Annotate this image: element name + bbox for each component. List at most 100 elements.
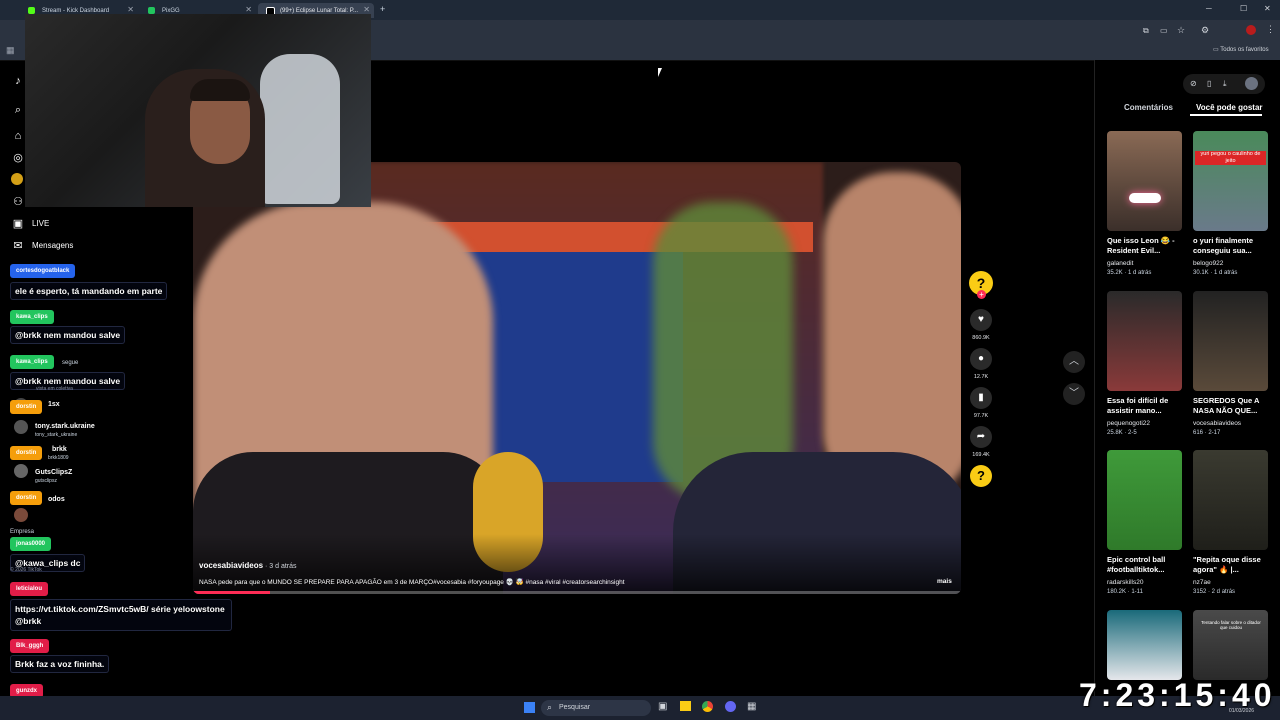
autoscroll-icon[interactable]: ⊘ <box>1190 79 1197 88</box>
suggested-title[interactable]: Epic control ball #footballtiktok... <box>1107 555 1179 575</box>
close-icon[interactable]: ✕ <box>363 5 370 14</box>
suggested-title[interactable]: SEGREDOS Que A NASA NÃO QUE... <box>1193 396 1265 416</box>
suggested-thumbnail[interactable] <box>1107 291 1182 391</box>
home-icon[interactable]: ⌂ <box>11 129 25 143</box>
user-avatar[interactable] <box>1245 77 1258 90</box>
suggested-title[interactable]: Que isso Leon 😂 - Resident Evil... <box>1107 236 1179 256</box>
tab-comments[interactable]: Comentários <box>1124 103 1173 112</box>
suggested-thumbnail[interactable] <box>1107 450 1182 550</box>
task-view-icon[interactable]: ▣ <box>658 701 667 712</box>
kick-icon <box>28 7 35 14</box>
chevron-up-icon[interactable]: ︿ <box>1063 351 1085 373</box>
faded-text: brkk1809 <box>48 455 69 461</box>
close-window-icon[interactable]: ✕ <box>1264 4 1271 13</box>
suggested-thumbnail[interactable] <box>1107 610 1182 680</box>
caption-more-link[interactable]: mais <box>937 578 952 585</box>
suggested-title[interactable]: Essa foi difícil de assistir mano... <box>1107 396 1179 416</box>
chat-username: cortesdogoatblack <box>10 264 76 278</box>
thumbnail-highlight <box>1129 193 1161 203</box>
follow-plus-icon[interactable]: + <box>977 290 986 299</box>
video-player[interactable] <box>193 162 961 594</box>
suggested-title[interactable]: o yuri finalmente conseguiu sua... <box>1193 236 1265 256</box>
download-icon[interactable]: ⤓ <box>1223 79 1227 89</box>
avatar <box>14 508 28 522</box>
tab-label: Stream - Kick Dashboard <box>42 7 110 14</box>
search-icon: ⌕ <box>547 702 553 712</box>
close-icon[interactable]: ✕ <box>245 5 252 14</box>
discord-icon[interactable] <box>725 701 736 712</box>
suggested-thumbnail[interactable] <box>1193 450 1268 550</box>
video-time: · 3 d atrás <box>263 563 297 570</box>
comment-count: 12.7K <box>973 374 989 380</box>
progress-bar[interactable] <box>193 591 961 594</box>
menu-icon[interactable]: ⋮ <box>1266 24 1275 35</box>
author-name[interactable]: vocesabiavideos <box>199 561 263 570</box>
heart-icon[interactable]: ♥ <box>970 309 992 331</box>
suggested-author[interactable]: vocesabiavideos <box>1193 420 1241 427</box>
translate-icon[interactable]: ⧉ <box>1143 26 1149 36</box>
phone-icon[interactable]: ▯ <box>1207 79 1211 88</box>
chat-username: leticialou <box>10 582 49 596</box>
suggested-thumbnail[interactable]: Tentando falar sobre o ditador que cuido… <box>1193 610 1268 680</box>
suggested-author[interactable]: galanedit <box>1107 260 1133 267</box>
close-icon[interactable]: ✕ <box>127 5 134 14</box>
streamer-hair <box>190 79 250 101</box>
maximize-icon[interactable]: ☐ <box>1240 4 1247 13</box>
calculator-icon[interactable]: ▦ <box>747 701 756 712</box>
faded-text: tony_stark_ukraine <box>35 432 78 438</box>
messages-icon[interactable]: ✉ <box>11 239 25 253</box>
friends-icon[interactable]: ⚇ <box>11 195 25 209</box>
apps-icon[interactable]: ▦ <box>6 45 15 56</box>
suggested-title[interactable]: "Repita oque disse agora" 🔥 |... <box>1193 555 1265 575</box>
chat-username: dorstin <box>10 491 43 505</box>
share-icon[interactable]: ➦ <box>970 426 992 448</box>
chevron-down-icon[interactable]: ﹀ <box>1063 383 1085 405</box>
cast-icon[interactable]: ▭ <box>1160 26 1168 35</box>
live-icon[interactable]: ▣ <box>11 217 25 231</box>
suggested-author[interactable]: nz7ae <box>1193 579 1211 586</box>
comment-icon[interactable]: ● <box>970 348 992 370</box>
following-icon[interactable] <box>11 173 23 185</box>
faded-text: Empresa <box>10 529 35 535</box>
star-icon[interactable]: ☆ <box>1177 25 1185 36</box>
profile-avatar[interactable] <box>1246 25 1256 35</box>
chat-username: kawa_clips <box>10 310 54 324</box>
explore-icon[interactable]: ◎ <box>11 151 25 165</box>
tiktok-logo-icon[interactable]: ♪ <box>11 74 25 88</box>
webcam-overlay <box>25 14 371 207</box>
suggested-author[interactable]: belogo922 <box>1193 260 1223 267</box>
folder-icon: ▭ <box>1213 47 1219 53</box>
file-explorer-icon[interactable] <box>680 701 691 711</box>
chat-message: @brkk nem mandou salve <box>10 372 126 390</box>
windows-start-icon[interactable] <box>524 702 535 713</box>
suggested-author[interactable]: radarskills20 <box>1107 579 1144 586</box>
messages-label[interactable]: Mensagens <box>32 241 73 250</box>
suggested-author[interactable]: pequenogoti22 <box>1107 420 1150 427</box>
all-bookmarks[interactable]: ▭ Todos os favoritos <box>1213 46 1269 53</box>
pixgg-icon <box>148 7 155 14</box>
tab-label: PixGG <box>162 7 180 14</box>
chrome-icon[interactable] <box>702 701 713 712</box>
mouse-cursor-icon <box>658 68 662 77</box>
minimize-icon[interactable]: ─ <box>1206 4 1212 13</box>
taskbar-search[interactable]: ⌕ Pesquisar <box>541 700 651 716</box>
video-tools-bar: ⊘ ▯ ⤓ <box>1183 74 1265 94</box>
suggested-thumbnail[interactable]: yuri pegou o caulinho de jeito <box>1193 131 1268 231</box>
video-author[interactable]: vocesabiavideos · 3 d atrás <box>199 561 297 570</box>
progress-fill <box>193 591 270 594</box>
bookmark-icon[interactable]: ▮ <box>970 387 992 409</box>
suggested-thumbnail[interactable] <box>1107 131 1182 231</box>
live-label[interactable]: LIVE <box>32 219 49 228</box>
faded-text: tony.stark.ukraine <box>35 423 95 430</box>
chat-username: dorstin <box>10 446 43 460</box>
suggested-meta: 3152 · 2 d atrás <box>1193 589 1236 595</box>
tab-label: (99+) Eclipse Lunar Total: P... <box>280 7 358 14</box>
suggested-thumbnail[interactable] <box>1193 291 1268 391</box>
search-icon[interactable]: ⌕ <box>11 103 25 117</box>
faded-text: gutsclipsz <box>35 478 57 484</box>
sound-disc-icon[interactable]: ? <box>970 465 992 487</box>
new-tab-button[interactable]: + <box>380 4 385 14</box>
extensions-icon[interactable]: ⚙ <box>1201 25 1209 36</box>
tab-suggested[interactable]: Você pode gostar <box>1196 103 1263 112</box>
chat-message: ele é esperto, tá mandando em parte <box>10 282 168 300</box>
